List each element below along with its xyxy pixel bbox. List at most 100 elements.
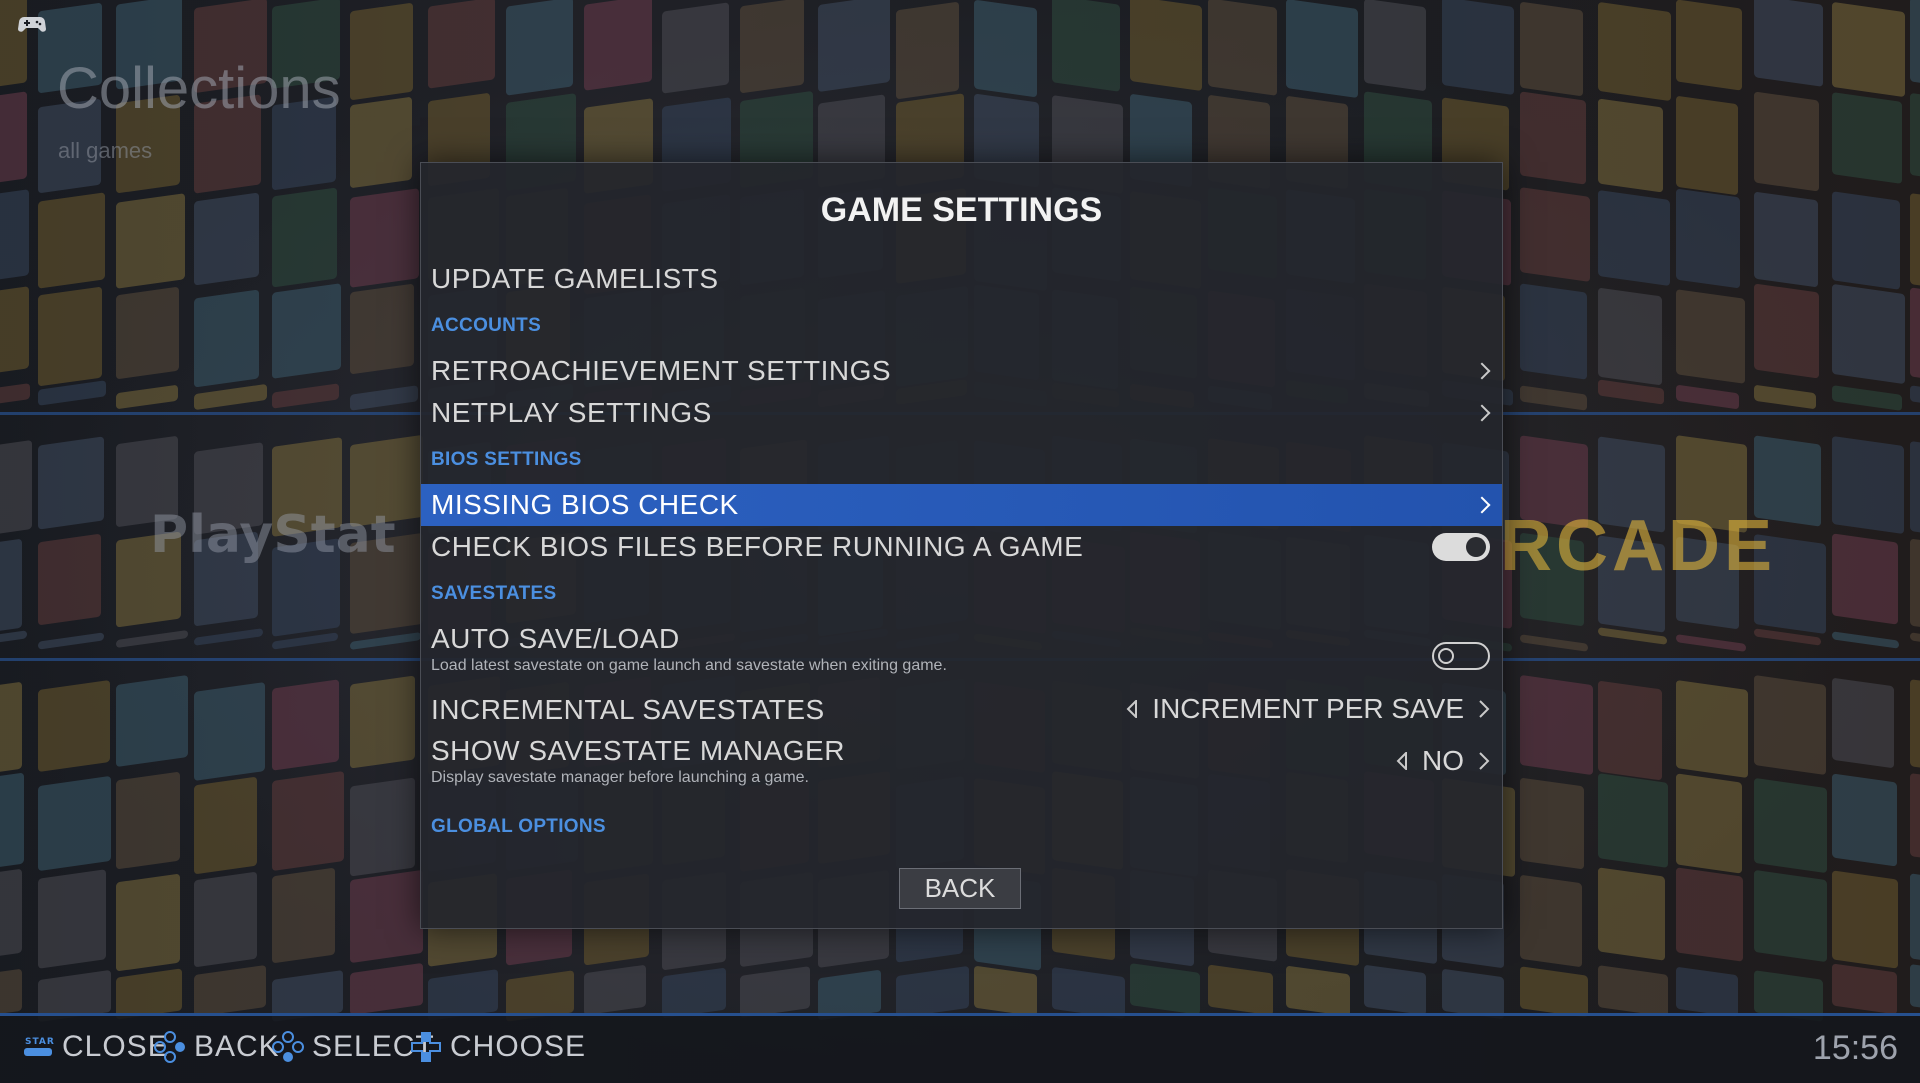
section-bios-settings: BIOS SETTINGS (431, 449, 582, 470)
bios-check-switch[interactable] (1432, 533, 1490, 561)
section-global-options: GLOBAL OPTIONS (431, 816, 606, 837)
cover-tile (974, 965, 1037, 1017)
cover-tile (0, 91, 27, 188)
cover-tile (1832, 1, 1905, 98)
cover-tile (1520, 874, 1582, 968)
menu-item-label: NETPLAY SETTINGS (431, 397, 712, 428)
cover-tile (1910, 287, 1920, 386)
cover-tile (662, 2, 729, 94)
cover-tile (1910, 440, 1920, 542)
menu-item-label: CHECK BIOS FILES BEFORE RUNNING A GAME (431, 531, 1084, 562)
cover-tile (1832, 283, 1905, 385)
cover-tile (1598, 189, 1670, 287)
dialog-title: GAME SETTINGS (820, 191, 1103, 229)
cover-tile (194, 383, 267, 411)
cover-tile (1598, 965, 1668, 1017)
gamepad-icon (18, 17, 46, 32)
cover-tile (350, 188, 419, 288)
cover-tile (584, 964, 646, 1016)
cover-tile (1832, 191, 1900, 290)
selector-value: NO (1422, 745, 1464, 776)
cover-tile (1520, 283, 1587, 380)
cover-tile (38, 436, 104, 530)
auto-save-switch[interactable] (1432, 642, 1490, 670)
menu-item-update-gamelists[interactable]: UPDATE GAMELISTS (421, 257, 1502, 301)
selector-value: INCREMENT PER SAVE (1152, 693, 1464, 724)
cover-tile (272, 283, 341, 379)
section-savestates: SAVESTATES (431, 583, 557, 604)
cover-tile (1832, 870, 1898, 969)
cover-tile (194, 192, 259, 286)
cover-tile (1754, 869, 1827, 963)
cover-tile (1676, 634, 1746, 652)
cover-tile (1520, 385, 1587, 411)
cover-tile (1520, 634, 1588, 652)
cover-tile (38, 192, 105, 289)
cover-tile (1754, 777, 1827, 874)
cover-tile (896, 965, 969, 1019)
cover-tile (1598, 773, 1668, 868)
cover-tile (1910, 0, 1920, 91)
menu-item-check-bios-files[interactable]: CHECK BIOS FILES BEFORE RUNNING A GAME (421, 526, 1502, 568)
cover-tile (1676, 966, 1738, 1018)
cover-tile (1832, 533, 1898, 625)
menu-item-show-savestate-manager[interactable]: SHOW SAVESTATE MANAGER Display savestate… (421, 731, 1502, 801)
arrow-left-icon[interactable] (1126, 700, 1138, 718)
arrow-right-icon[interactable] (1478, 700, 1490, 718)
cover-tile (1286, 965, 1350, 1017)
menu-item-description: Display savestate manager before launchi… (431, 769, 809, 786)
section-accounts: ACCOUNTS (431, 315, 542, 336)
cover-tile (350, 96, 412, 189)
cover-tile (38, 775, 111, 872)
menu-item-description: Load latest savestate on game launch and… (431, 657, 947, 674)
cover-tile (1754, 674, 1826, 776)
cover-tile (1598, 680, 1662, 781)
cover-tile (350, 962, 423, 1016)
cover-tile (194, 776, 257, 875)
cover-tile (1754, 91, 1819, 192)
cover-tile (428, 0, 495, 89)
savestate-manager-selector[interactable]: NO (1396, 745, 1490, 777)
cover-tile (194, 964, 266, 1018)
cover-tile (1910, 679, 1920, 776)
cover-tile (350, 283, 414, 375)
cover-tile (272, 383, 339, 409)
cover-tile (1832, 92, 1902, 184)
cover-tile (1910, 538, 1920, 635)
cover-tile (1832, 773, 1897, 867)
cover-tile (350, 675, 415, 769)
game-settings-dialog: GAME SETTINGS UPDATE GAMELISTS ACCOUNTS … (420, 162, 1503, 929)
menu-item-incremental-savestates[interactable]: INCREMENTAL SAVESTATES INCREMENT PER SAV… (421, 689, 1502, 731)
cover-tile (38, 286, 102, 387)
help-close: START CLOSE (22, 1030, 169, 1064)
cover-tile (1676, 384, 1739, 410)
arrow-left-icon[interactable] (1396, 752, 1408, 770)
cover-tile (1052, 0, 1120, 92)
arrow-right-icon[interactable] (1478, 752, 1490, 770)
cover-tile (350, 869, 423, 964)
cover-tile (1520, 777, 1584, 870)
menu-item-auto-save-load[interactable]: AUTO SAVE/LOAD Load latest savestate on … (421, 619, 1502, 689)
dpad-a-icon (272, 1031, 304, 1062)
menu-item-netplay-settings[interactable]: NETPLAY SETTINGS (421, 392, 1502, 434)
cover-tile (1910, 873, 1920, 968)
back-button[interactable]: BACK (899, 868, 1021, 909)
cover-tile (1286, 0, 1358, 99)
menu-item-label: UPDATE GAMELISTS (431, 263, 719, 294)
cover-tile (272, 867, 335, 964)
menu-item-label: AUTO SAVE/LOAD (431, 623, 680, 654)
cover-tile (0, 383, 30, 409)
cover-tile (1052, 966, 1125, 1020)
cover-tile (1754, 384, 1816, 410)
cover-tile (38, 533, 101, 626)
help-label: CLOSE (62, 1030, 169, 1063)
cover-tile (1676, 188, 1740, 289)
cover-tile (662, 967, 726, 1019)
incremental-savestates-selector[interactable]: INCREMENT PER SAVE (1126, 693, 1490, 725)
cover-tile (1676, 679, 1748, 779)
cover-tile (1520, 966, 1588, 1018)
menu-item-missing-bios-check[interactable]: MISSING BIOS CHECK (421, 484, 1502, 526)
cover-tile (116, 674, 188, 768)
menu-item-retroachievement-settings[interactable]: RETROACHIEVEMENT SETTINGS (421, 350, 1502, 392)
cover-tile (1130, 0, 1202, 92)
